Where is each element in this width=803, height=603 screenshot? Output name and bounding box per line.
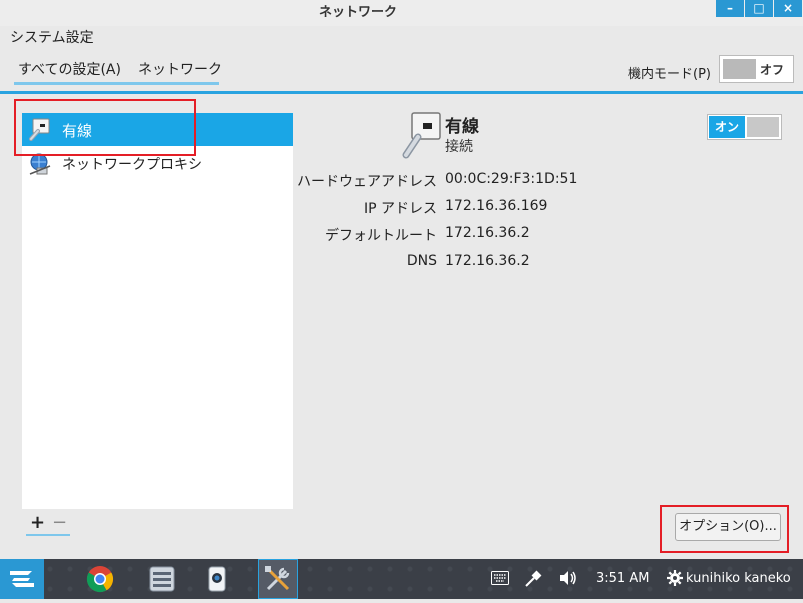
user-name[interactable]: kunihiko kaneko	[686, 571, 791, 586]
file-manager-icon[interactable]	[146, 563, 178, 595]
airplane-mode-toggle[interactable]: オフ	[719, 55, 794, 83]
close-button[interactable]: ×	[774, 0, 802, 17]
gear-icon[interactable]	[667, 570, 683, 586]
hardware-address-label: ハードウェアアドレス	[297, 174, 437, 190]
window-titlebar: ネットワーク	[0, 0, 803, 26]
minimize-button[interactable]: –	[716, 0, 744, 17]
app-title: システム設定	[10, 30, 94, 46]
zorin-logo-icon	[10, 571, 34, 587]
breadcrumb-network[interactable]: ネットワーク	[138, 59, 222, 79]
airplane-mode-label: 機内モード(P)	[628, 67, 711, 82]
connection-name: 有線	[445, 117, 479, 137]
annotation-highlight-wired	[14, 99, 196, 156]
window-title: ネットワーク	[318, 5, 397, 20]
default-route-value: 172.16.36.2	[445, 225, 530, 241]
breadcrumb-all-settings[interactable]: すべての設定(A)	[18, 59, 121, 79]
add-connection-button[interactable]: +	[30, 512, 45, 533]
volume-icon[interactable]	[558, 570, 578, 586]
taskbar: 3:51 AM kunihiko kaneko	[0, 559, 803, 599]
network-icon[interactable]	[524, 568, 544, 588]
hardware-address-value: 00:0C:29:F3:1D:51	[445, 171, 578, 187]
wired-connection-large-icon	[402, 112, 441, 159]
maximize-button[interactable]: □	[745, 0, 773, 17]
header-divider	[0, 91, 803, 94]
keyboard-icon[interactable]	[491, 571, 509, 585]
toggle-knob	[723, 59, 756, 79]
chrome-icon[interactable]	[84, 563, 116, 595]
add-remove-underline	[26, 534, 70, 536]
power-state: オン	[709, 116, 745, 138]
sidebar-item-label: ネットワークプロキシ	[62, 157, 202, 173]
annotation-highlight-options	[660, 505, 789, 553]
dns-value: 172.16.36.2	[445, 253, 530, 269]
connection-status: 接続	[445, 139, 473, 155]
connection-power-toggle[interactable]: オン	[707, 114, 782, 140]
dns-label: DNS	[406, 253, 437, 269]
breadcrumb-underline	[14, 82, 219, 85]
airplane-mode-state: オフ	[760, 63, 785, 77]
camera-icon[interactable]	[201, 563, 233, 595]
remove-connection-button[interactable]: −	[52, 512, 67, 533]
ip-address-label: IP アドレス	[363, 201, 437, 217]
ip-address-value: 172.16.36.169	[445, 198, 548, 214]
settings-tools-icon[interactable]	[262, 563, 294, 595]
clock[interactable]: 3:51 AM	[596, 571, 649, 586]
default-route-label: デフォルトルート	[325, 228, 437, 244]
start-menu-button[interactable]	[0, 559, 44, 599]
toggle-knob	[747, 117, 779, 137]
